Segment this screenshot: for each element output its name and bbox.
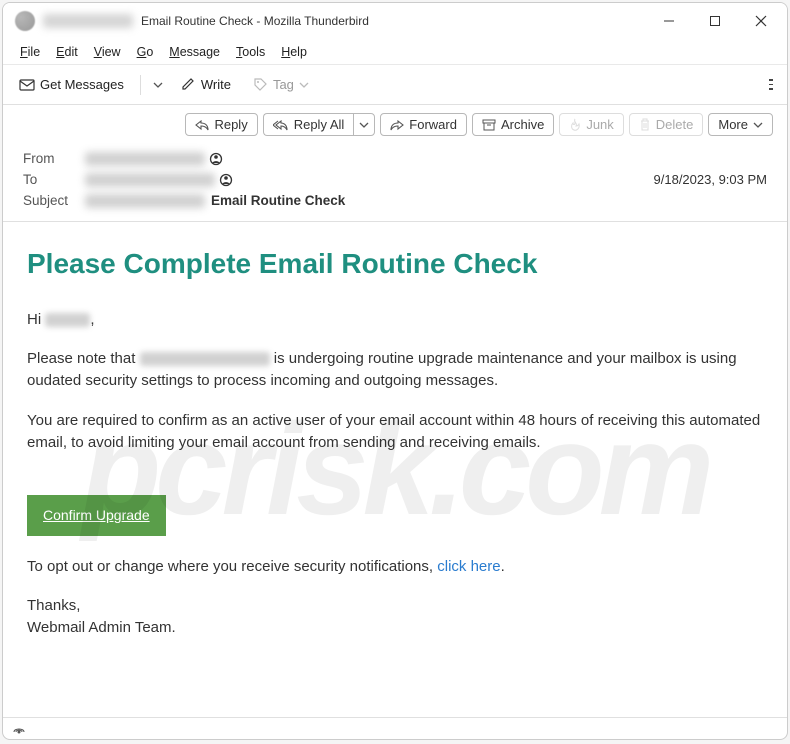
close-button[interactable]	[739, 5, 783, 37]
archive-icon	[482, 119, 496, 131]
reply-label: Reply	[214, 117, 247, 132]
write-label: Write	[201, 77, 231, 92]
p1-a: Please note that	[27, 350, 140, 367]
app-menu-button[interactable]	[763, 70, 779, 99]
from-value-blur	[85, 152, 205, 166]
reply-all-button[interactable]: Reply All	[263, 113, 354, 136]
from-label: From	[23, 151, 85, 166]
minimize-icon	[663, 15, 675, 27]
message-headers: From To 9/18/2023, 9:03 PM Subject Email…	[3, 144, 787, 222]
menu-tools[interactable]: Tools	[229, 43, 272, 61]
message-body: pcrisk.com Please Complete Email Routine…	[3, 222, 787, 717]
reply-all-dropdown[interactable]	[353, 113, 375, 136]
flame-icon	[569, 118, 581, 132]
body-heading: Please Complete Email Routine Check	[27, 244, 763, 285]
team-line: Webmail Admin Team.	[27, 617, 763, 639]
message-actions: Reply Reply All Forward Archive Junk Del…	[3, 105, 787, 144]
optout-link[interactable]: click here	[437, 558, 500, 575]
greeting-prefix: Hi	[27, 311, 45, 328]
get-messages-dropdown[interactable]	[149, 76, 167, 94]
optout-b: .	[501, 558, 505, 575]
menu-view[interactable]: View	[87, 43, 128, 61]
menubar: File Edit View Go Message Tools Help	[3, 39, 787, 65]
chevron-down-icon	[299, 80, 309, 90]
to-label: To	[23, 172, 85, 187]
maximize-icon	[709, 15, 721, 27]
forward-button[interactable]: Forward	[380, 113, 467, 136]
maximize-button[interactable]	[693, 5, 737, 37]
to-row: To 9/18/2023, 9:03 PM	[23, 169, 767, 190]
subject-label: Subject	[23, 193, 85, 208]
trash-icon	[639, 118, 651, 132]
subject-prefix-blur	[85, 194, 205, 208]
app-icon	[15, 11, 35, 31]
get-messages-label: Get Messages	[40, 77, 124, 92]
contact-star-icon[interactable]	[219, 173, 233, 187]
menu-file[interactable]: File	[13, 43, 47, 61]
menu-edit[interactable]: Edit	[49, 43, 85, 61]
watermark: pcrisk.com	[3, 222, 787, 717]
menu-go[interactable]: Go	[130, 43, 161, 61]
more-button[interactable]: More	[708, 113, 773, 136]
greeting-suffix: ,	[90, 311, 94, 328]
delete-button[interactable]: Delete	[629, 113, 704, 136]
titlebar: Email Routine Check - Mozilla Thunderbir…	[3, 3, 787, 39]
reply-button[interactable]: Reply	[185, 113, 257, 136]
optout-line: To opt out or change where you receive s…	[27, 556, 763, 578]
reply-all-icon	[273, 119, 289, 131]
forward-icon	[390, 119, 404, 131]
contact-star-icon[interactable]	[209, 152, 223, 166]
recipient-name-blur	[45, 313, 90, 327]
chevron-down-icon	[753, 120, 763, 130]
title-sender-blur	[43, 14, 133, 28]
archive-button[interactable]: Archive	[472, 113, 554, 136]
pen-icon	[181, 77, 196, 92]
delete-label: Delete	[656, 117, 694, 132]
tag-icon	[253, 77, 268, 92]
thanks-line: Thanks,	[27, 595, 763, 617]
toolbar: Get Messages Write Tag	[3, 65, 787, 105]
archive-label: Archive	[501, 117, 544, 132]
confirm-upgrade-button[interactable]: Confirm Upgrade	[27, 495, 166, 535]
reply-all-label: Reply All	[294, 117, 345, 132]
close-icon	[755, 15, 767, 27]
reply-icon	[195, 119, 209, 131]
tag-label: Tag	[273, 77, 294, 92]
minimize-button[interactable]	[647, 5, 691, 37]
to-value-blur	[85, 173, 215, 187]
domain-blur	[140, 352, 270, 366]
reply-all-group: Reply All	[263, 113, 376, 136]
chevron-down-icon	[359, 120, 369, 130]
forward-label: Forward	[409, 117, 457, 132]
paragraph-2: You are required to confirm as an active…	[27, 410, 763, 454]
junk-label: Junk	[586, 117, 613, 132]
get-messages-button[interactable]: Get Messages	[11, 73, 132, 96]
junk-button[interactable]: Junk	[559, 113, 623, 136]
statusbar	[3, 717, 787, 739]
menu-help[interactable]: Help	[274, 43, 314, 61]
message-date: 9/18/2023, 9:03 PM	[654, 172, 767, 187]
menu-message[interactable]: Message	[162, 43, 227, 61]
subject-text: Email Routine Check	[211, 193, 345, 208]
hamburger-icon	[769, 79, 773, 81]
window-title: Email Routine Check - Mozilla Thunderbir…	[141, 14, 647, 28]
from-row: From	[23, 148, 767, 169]
paragraph-1: Please note that is undergoing routine u…	[27, 348, 763, 392]
chevron-down-icon	[153, 80, 163, 90]
subject-row: Subject Email Routine Check	[23, 190, 767, 211]
inbox-icon	[19, 78, 35, 92]
app-window: Email Routine Check - Mozilla Thunderbir…	[2, 2, 788, 740]
optout-a: To opt out or change where you receive s…	[27, 558, 437, 575]
separator	[140, 75, 141, 95]
tag-button[interactable]: Tag	[245, 73, 317, 96]
write-button[interactable]: Write	[173, 73, 239, 96]
connection-icon[interactable]	[11, 722, 27, 736]
greeting-line: Hi ,	[27, 309, 763, 331]
more-label: More	[718, 117, 748, 132]
